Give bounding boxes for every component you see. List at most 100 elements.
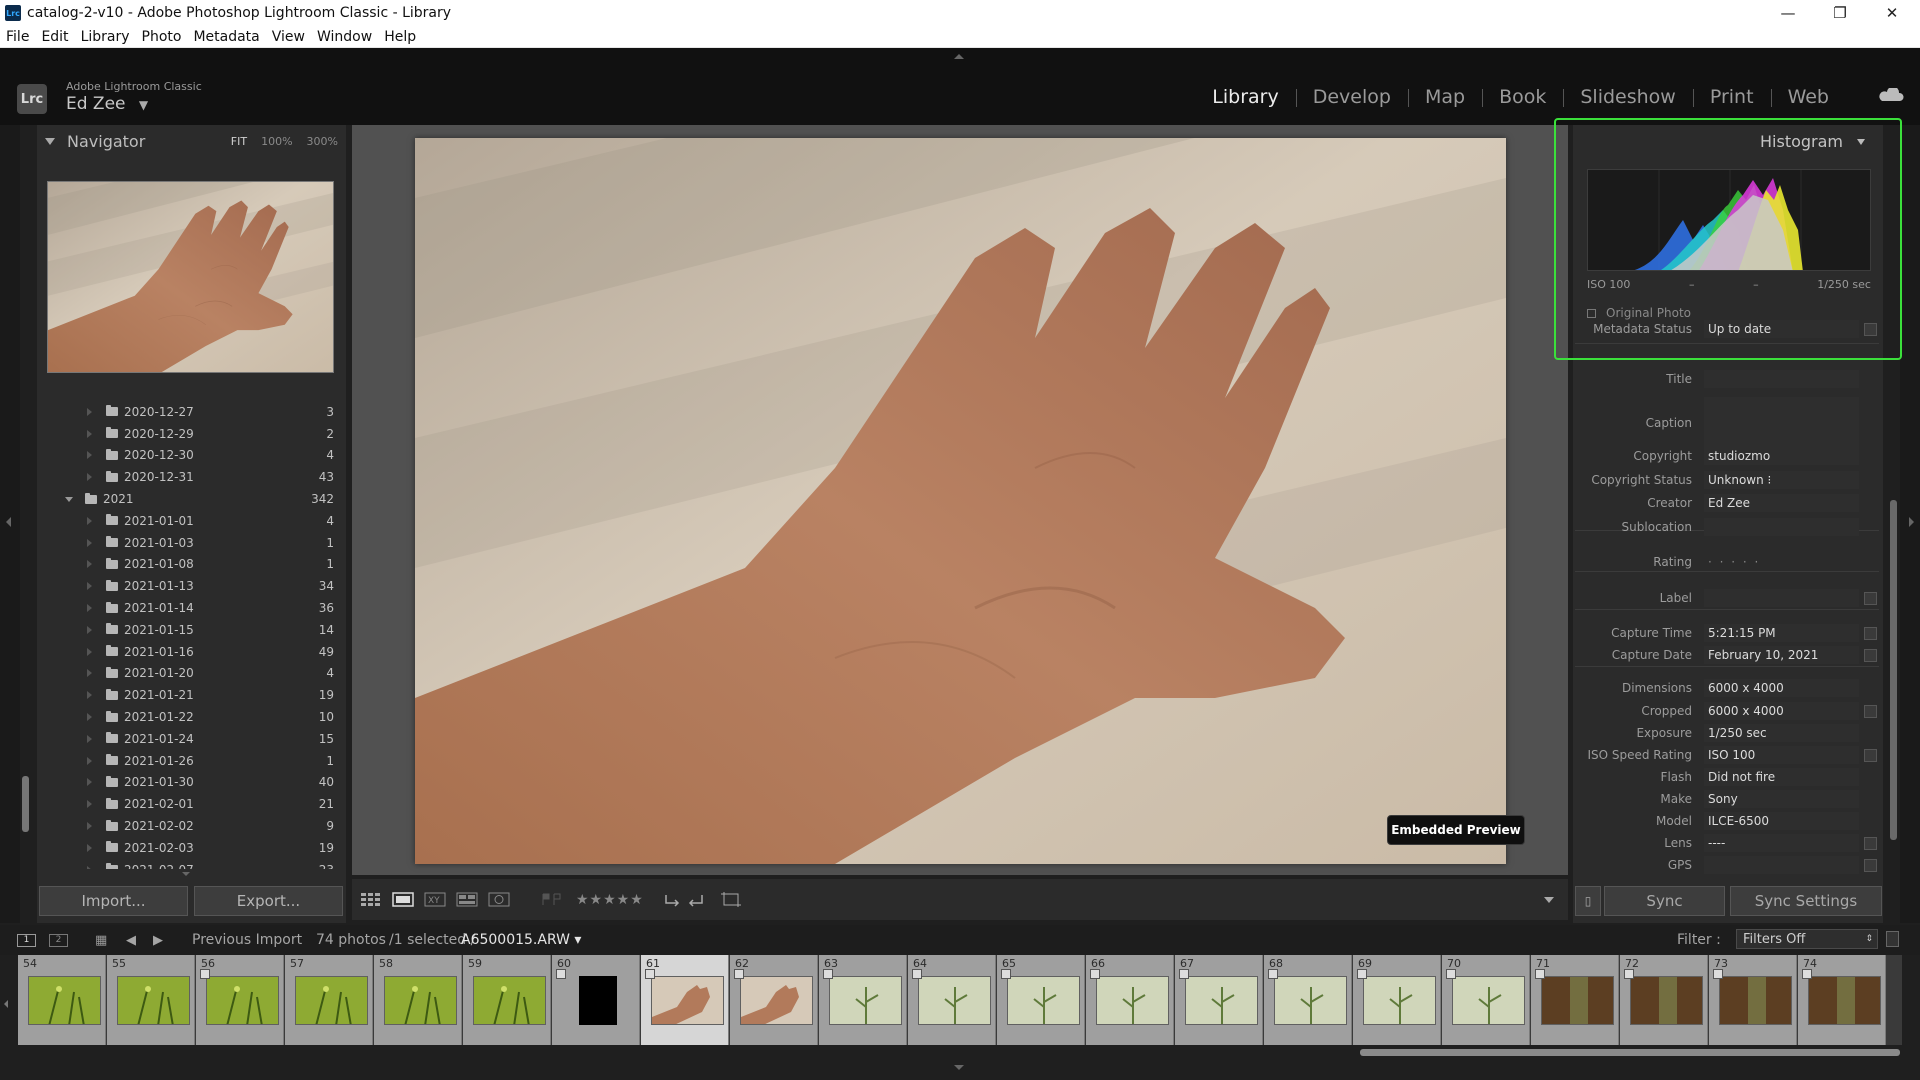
metadata-value[interactable]: studiozmo bbox=[1704, 447, 1859, 465]
metadata-value[interactable]: Unknown ⁝ bbox=[1704, 471, 1859, 489]
filmstrip-thumb[interactable]: 57 bbox=[285, 955, 373, 1045]
metadata-action-icon[interactable] bbox=[1864, 626, 1877, 640]
folder-item[interactable]: 2021-01-26 1 bbox=[37, 750, 346, 772]
close-button[interactable]: ✕ bbox=[1866, 0, 1918, 26]
back-arrow-icon[interactable]: ◀ bbox=[126, 933, 136, 948]
compare-view-icon[interactable]: XY bbox=[424, 892, 446, 907]
filmstrip-left-arrow-icon[interactable] bbox=[4, 1000, 8, 1008]
cloud-sync-icon[interactable] bbox=[1878, 88, 1904, 102]
filmstrip-thumb[interactable]: 64 bbox=[908, 955, 996, 1045]
filmstrip-thumb[interactable]: 74 bbox=[1798, 955, 1886, 1045]
import-button[interactable]: Import... bbox=[39, 886, 188, 916]
folder-item[interactable]: 2021-01-14 36 bbox=[37, 597, 346, 619]
menu-help[interactable]: Help bbox=[378, 29, 422, 45]
folder-item[interactable]: 2021-02-01 21 bbox=[37, 793, 346, 815]
metadata-value[interactable]: ---- bbox=[1704, 834, 1859, 852]
module-slideshow[interactable]: Slideshow bbox=[1563, 86, 1692, 108]
zoom-fit[interactable]: FIT bbox=[231, 135, 247, 148]
folder-item[interactable]: 2021-01-30 40 bbox=[37, 772, 346, 794]
module-web[interactable]: Web bbox=[1770, 86, 1846, 108]
export-button[interactable]: Export... bbox=[194, 886, 343, 916]
filmstrip-thumb[interactable]: 68 bbox=[1264, 955, 1352, 1045]
metadata-value[interactable] bbox=[1704, 856, 1859, 874]
rotate-left-icon[interactable] bbox=[662, 892, 684, 907]
restore-button[interactable]: ❐ bbox=[1814, 0, 1866, 26]
filmstrip-thumb[interactable]: 59 bbox=[463, 955, 551, 1045]
expand-triangle-icon[interactable] bbox=[87, 822, 92, 831]
second-window-button[interactable]: 2 bbox=[49, 933, 68, 947]
module-library[interactable]: Library bbox=[1195, 86, 1295, 108]
menu-file[interactable]: File bbox=[0, 29, 35, 45]
metadata-value[interactable]: 6000 x 4000 bbox=[1704, 702, 1859, 720]
sync-button[interactable]: Sync bbox=[1604, 886, 1725, 916]
filmstrip-thumb[interactable]: 72 bbox=[1620, 955, 1708, 1045]
menu-photo[interactable]: Photo bbox=[136, 29, 188, 45]
crop-overlay-icon[interactable] bbox=[720, 892, 742, 907]
metadata-value[interactable]: February 10, 2021 bbox=[1704, 646, 1859, 664]
filter-lock-icon[interactable] bbox=[1886, 931, 1899, 947]
source-name[interactable]: Previous Import bbox=[192, 932, 302, 948]
metadata-value[interactable]: 1/250 sec bbox=[1704, 724, 1859, 742]
expand-triangle-icon[interactable] bbox=[87, 516, 92, 525]
survey-view-icon[interactable] bbox=[456, 892, 478, 907]
menu-metadata[interactable]: Metadata bbox=[187, 29, 265, 45]
metadata-value[interactable] bbox=[1704, 518, 1859, 536]
metadata-action-icon[interactable] bbox=[1864, 648, 1877, 662]
collapse-bottom-arrow-icon[interactable] bbox=[954, 1065, 964, 1070]
filmstrip-thumb[interactable]: 55 bbox=[107, 955, 195, 1045]
expand-triangle-icon[interactable] bbox=[87, 560, 92, 569]
folder-item[interactable]: 2021-01-13 34 bbox=[37, 575, 346, 597]
metadata-value[interactable]: · · · · · bbox=[1704, 553, 1859, 571]
metadata-action-icon[interactable] bbox=[1864, 704, 1877, 718]
folder-item[interactable]: 2021-01-08 1 bbox=[37, 554, 346, 576]
people-view-icon[interactable] bbox=[488, 892, 510, 907]
filmstrip-thumb[interactable]: 71 bbox=[1531, 955, 1619, 1045]
collapse-top-arrow-icon[interactable] bbox=[954, 54, 964, 59]
expand-triangle-icon[interactable] bbox=[87, 451, 92, 460]
folder-item[interactable]: 2021-02-02 9 bbox=[37, 815, 346, 837]
filmstrip-thumb[interactable]: 60 bbox=[552, 955, 640, 1045]
expand-triangle-icon[interactable] bbox=[87, 407, 92, 416]
left-edge[interactable] bbox=[0, 125, 20, 923]
folder-year[interactable]: 2021 342 bbox=[37, 488, 346, 510]
expand-triangle-icon[interactable] bbox=[87, 800, 92, 809]
metadata-value[interactable] bbox=[1704, 370, 1859, 388]
metadata-value[interactable]: ILCE-6500 bbox=[1704, 812, 1859, 830]
expand-triangle-icon[interactable] bbox=[87, 691, 92, 700]
navigator-preview[interactable] bbox=[47, 181, 334, 373]
folder-item[interactable]: 2021-01-15 14 bbox=[37, 619, 346, 641]
filmstrip-thumb[interactable]: 70 bbox=[1442, 955, 1530, 1045]
grid-mode-icon[interactable]: ▦ bbox=[95, 933, 107, 948]
expand-triangle-icon[interactable] bbox=[87, 669, 92, 678]
module-book[interactable]: Book bbox=[1482, 86, 1563, 108]
folder-item[interactable]: 2021-01-03 1 bbox=[37, 532, 346, 554]
expand-triangle-icon[interactable] bbox=[87, 778, 92, 787]
current-filename[interactable]: A6500015.ARW ▾ bbox=[461, 932, 581, 948]
toolbar-menu-chevron-icon[interactable] bbox=[1544, 896, 1554, 903]
expand-triangle-icon[interactable] bbox=[87, 429, 92, 438]
metadata-value[interactable]: 5:21:15 PM bbox=[1704, 624, 1859, 642]
folder-item[interactable]: 2020-12-29 2 bbox=[37, 423, 346, 445]
main-window-button[interactable]: 1 bbox=[17, 933, 36, 947]
filmstrip-thumb[interactable]: 66 bbox=[1086, 955, 1174, 1045]
folder-item[interactable]: 2021-02-07 23 bbox=[37, 859, 346, 869]
metadata-value[interactable] bbox=[1704, 397, 1859, 449]
expand-triangle-icon[interactable] bbox=[87, 582, 92, 591]
metadata-value[interactable]: Sony bbox=[1704, 790, 1859, 808]
folder-item[interactable]: 2021-01-20 4 bbox=[37, 663, 346, 685]
folder-item[interactable]: 2021-02-03 19 bbox=[37, 837, 346, 859]
expand-triangle-icon[interactable] bbox=[87, 538, 92, 547]
folder-item[interactable]: 2021-01-01 4 bbox=[37, 510, 346, 532]
filmstrip-thumb[interactable]: 56 bbox=[196, 955, 284, 1045]
folder-item[interactable]: 2020-12-27 3 bbox=[37, 401, 346, 423]
minimize-button[interactable]: — bbox=[1762, 0, 1814, 26]
module-map[interactable]: Map bbox=[1407, 86, 1482, 108]
expand-triangle-icon[interactable] bbox=[87, 625, 92, 634]
filmstrip-thumb[interactable]: 65 bbox=[997, 955, 1085, 1045]
loupe-view-icon[interactable] bbox=[392, 892, 414, 907]
metadata-scrollbar[interactable] bbox=[1890, 500, 1897, 840]
menu-view[interactable]: View bbox=[266, 29, 311, 45]
filmstrip-thumb[interactable]: 54 bbox=[18, 955, 106, 1045]
folder-scrollbar[interactable] bbox=[22, 776, 29, 832]
metadata-value[interactable]: Did not fire bbox=[1704, 768, 1859, 786]
